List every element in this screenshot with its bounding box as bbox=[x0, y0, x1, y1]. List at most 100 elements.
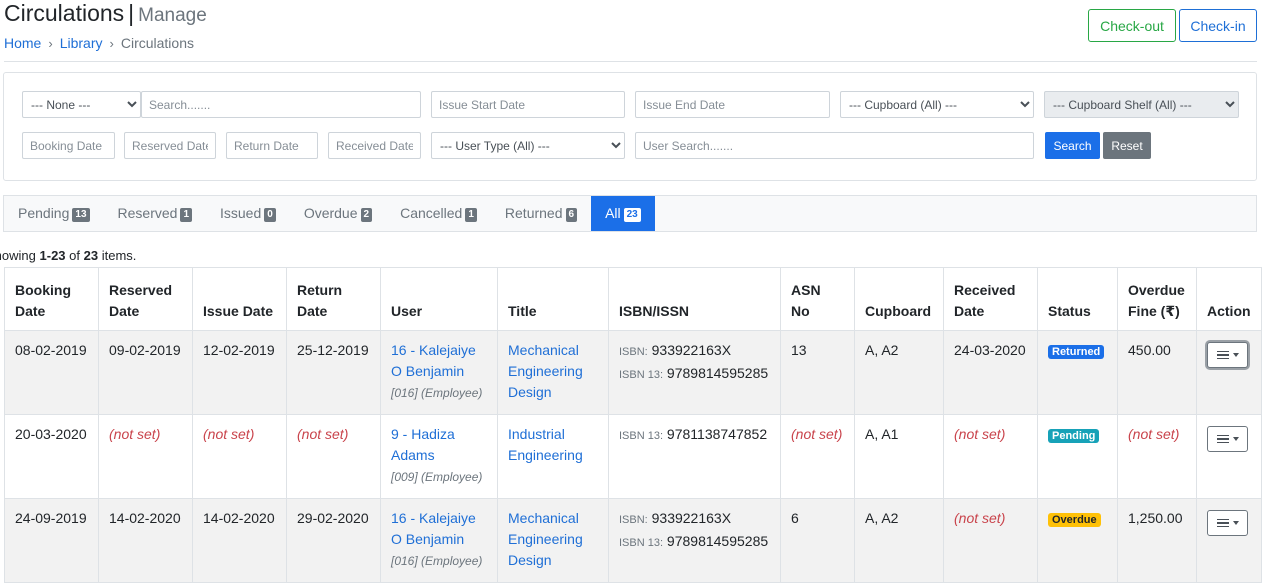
tab-cancelled[interactable]: Cancelled 1 bbox=[386, 196, 491, 231]
user-link[interactable]: 9 - Hadiza Adams bbox=[391, 426, 455, 463]
col-asn-no[interactable]: ASN No bbox=[780, 267, 855, 331]
col-cupboard[interactable]: Cupboard bbox=[854, 267, 944, 331]
col-user[interactable]: User bbox=[380, 267, 498, 331]
isbn-value: 933922163X bbox=[651, 342, 732, 358]
filter-panel: --- None --- --- Cupboard (All) --- --- … bbox=[3, 72, 1257, 181]
received-date-cell: (not set) bbox=[943, 498, 1038, 583]
fine-cell: 450.00 bbox=[1117, 330, 1197, 415]
tab-pending[interactable]: Pending 13 bbox=[4, 196, 104, 231]
checkin-button[interactable]: Check-in bbox=[1179, 9, 1257, 42]
user-type-select[interactable]: --- User Type (All) --- bbox=[431, 132, 625, 159]
title-cell: Industrial Engineering bbox=[497, 414, 609, 499]
asn-cell: (not set) bbox=[780, 414, 855, 499]
breadcrumb-separator: › bbox=[48, 35, 53, 51]
return-date-cell: (not set) bbox=[286, 414, 381, 499]
user-link[interactable]: 16 - Kalejaiye O Benjamin bbox=[391, 342, 476, 379]
booking-date-cell: 24-09-2019 bbox=[4, 498, 99, 583]
reserved-date-cell: 09-02-2019 bbox=[98, 330, 193, 415]
col-title[interactable]: Title bbox=[497, 267, 609, 331]
title-link[interactable]: Mechanical Engineering Design bbox=[508, 510, 583, 568]
col-action: Action bbox=[1196, 267, 1262, 331]
caret-down-icon bbox=[1232, 437, 1239, 441]
row-action-dropdown[interactable] bbox=[1207, 342, 1248, 368]
circulations-table: Booking Date Reserved Date Issue Date Retu… bbox=[4, 267, 1262, 583]
issue-date-cell: (not set) bbox=[192, 414, 287, 499]
status-badge: Pending bbox=[1048, 429, 1100, 443]
return-date-cell: 29-02-2020 bbox=[286, 498, 381, 583]
status-cell: Overdue bbox=[1037, 498, 1118, 583]
user-search-input[interactable] bbox=[635, 132, 1034, 159]
status-badge: Returned bbox=[1048, 345, 1105, 359]
col-overdue-fine[interactable]: Overdue Fine (₹) bbox=[1117, 267, 1197, 331]
page-subtitle: Manage bbox=[138, 5, 207, 26]
issue-end-date-input[interactable] bbox=[635, 91, 830, 118]
search-button[interactable]: Search bbox=[1045, 132, 1100, 159]
page-title-text: Circulations bbox=[4, 0, 125, 26]
page-title: Circulations | Manage bbox=[4, 0, 207, 29]
user-link[interactable]: 16 - Kalejaiye O Benjamin bbox=[391, 510, 476, 547]
return-date-cell: 25-12-2019 bbox=[286, 330, 381, 415]
breadcrumb-home[interactable]: Home bbox=[4, 35, 41, 51]
caret-down-icon bbox=[1232, 521, 1239, 525]
breadcrumb-separator: › bbox=[109, 35, 114, 51]
count-badge: 23 bbox=[623, 208, 641, 222]
col-return-date[interactable]: Return Date bbox=[286, 267, 381, 331]
breadcrumb: Home › Library › Circulations bbox=[4, 35, 194, 51]
status-cell: Returned bbox=[1037, 330, 1118, 415]
tab-all[interactable]: All 23 bbox=[591, 196, 655, 231]
checkout-button[interactable]: Check-out bbox=[1088, 9, 1176, 42]
reset-button[interactable]: Reset bbox=[1103, 132, 1151, 159]
count-badge: 13 bbox=[72, 208, 90, 222]
isbn13-label: ISBN 13: bbox=[619, 430, 664, 442]
issue-date-cell: 12-02-2019 bbox=[192, 330, 287, 415]
menu-icon bbox=[1216, 350, 1229, 360]
table-row: 24-09-2019 14-02-2020 14-02-2020 29-02-2… bbox=[4, 498, 1262, 583]
received-date-cell: (not set) bbox=[943, 414, 1038, 499]
tab-label: Issued bbox=[220, 205, 262, 221]
tab-reserved[interactable]: Reserved 1 bbox=[104, 196, 206, 231]
title-link[interactable]: Mechanical Engineering Design bbox=[508, 342, 583, 400]
isbn-cell: ISBN: 933922163X ISBN 13: 9789814595285 bbox=[608, 498, 781, 583]
user-meta: [016] (Employee) bbox=[391, 554, 483, 568]
cupboard-select[interactable]: --- Cupboard (All) --- bbox=[840, 91, 1034, 118]
col-received-date[interactable]: Received Date bbox=[943, 267, 1038, 331]
booking-date-input[interactable] bbox=[22, 132, 115, 159]
menu-icon bbox=[1216, 434, 1229, 444]
results-summary: Showing 1-23 of 23 items. bbox=[0, 248, 137, 263]
tab-issued[interactable]: Issued 0 bbox=[206, 196, 290, 231]
row-action-dropdown[interactable] bbox=[1207, 426, 1248, 452]
user-cell: 16 - Kalejaiye O Benjamin [016] (Employee… bbox=[380, 498, 498, 583]
isbn13-value: 9789814595285 bbox=[666, 533, 769, 549]
page-header: Circulations | Manage Home › Library › Cir… bbox=[4, 0, 1257, 62]
isbn-label: ISBN: bbox=[619, 346, 648, 358]
breadcrumb-current: Circulations bbox=[120, 35, 194, 51]
status-tabs: Pending 13 Reserved 1 Issued 0 Overdue 2 Can… bbox=[3, 195, 1257, 232]
col-issue-date[interactable]: Issue Date bbox=[192, 267, 287, 331]
asn-cell: 6 bbox=[780, 498, 855, 583]
booking-date-cell: 08-02-2019 bbox=[4, 330, 99, 415]
count-badge: 2 bbox=[360, 208, 373, 222]
tab-overdue[interactable]: Overdue 2 bbox=[290, 196, 386, 231]
isbn13-value: 9789814595285 bbox=[666, 365, 769, 381]
return-date-input[interactable] bbox=[226, 132, 318, 159]
col-reserved-date[interactable]: Reserved Date bbox=[98, 267, 193, 331]
count-badge: 0 bbox=[264, 208, 276, 222]
col-booking-date[interactable]: Booking Date bbox=[4, 267, 99, 331]
title-link[interactable]: Industrial Engineering bbox=[508, 426, 583, 463]
search-type-select[interactable]: --- None --- bbox=[22, 91, 141, 118]
col-status[interactable]: Status bbox=[1037, 267, 1118, 331]
status-badge: Overdue bbox=[1048, 513, 1101, 527]
isbn-value: 933922163X bbox=[651, 510, 732, 526]
col-isbn[interactable]: ISBN/ISSN bbox=[608, 267, 781, 331]
breadcrumb-library[interactable]: Library bbox=[60, 35, 103, 51]
menu-icon bbox=[1216, 518, 1229, 528]
cupboard-shelf-select[interactable]: --- Cupboard Shelf (All) --- bbox=[1044, 91, 1239, 118]
search-input[interactable] bbox=[141, 91, 421, 118]
isbn-cell: ISBN: 933922163X ISBN 13: 9789814595285 bbox=[608, 330, 781, 415]
received-date-input[interactable] bbox=[328, 132, 421, 159]
issue-start-date-input[interactable] bbox=[431, 91, 625, 118]
tab-returned[interactable]: Returned 6 bbox=[491, 196, 591, 231]
row-action-dropdown[interactable] bbox=[1207, 510, 1248, 536]
asn-cell: 13 bbox=[780, 330, 855, 415]
reserved-date-input[interactable] bbox=[124, 132, 216, 159]
